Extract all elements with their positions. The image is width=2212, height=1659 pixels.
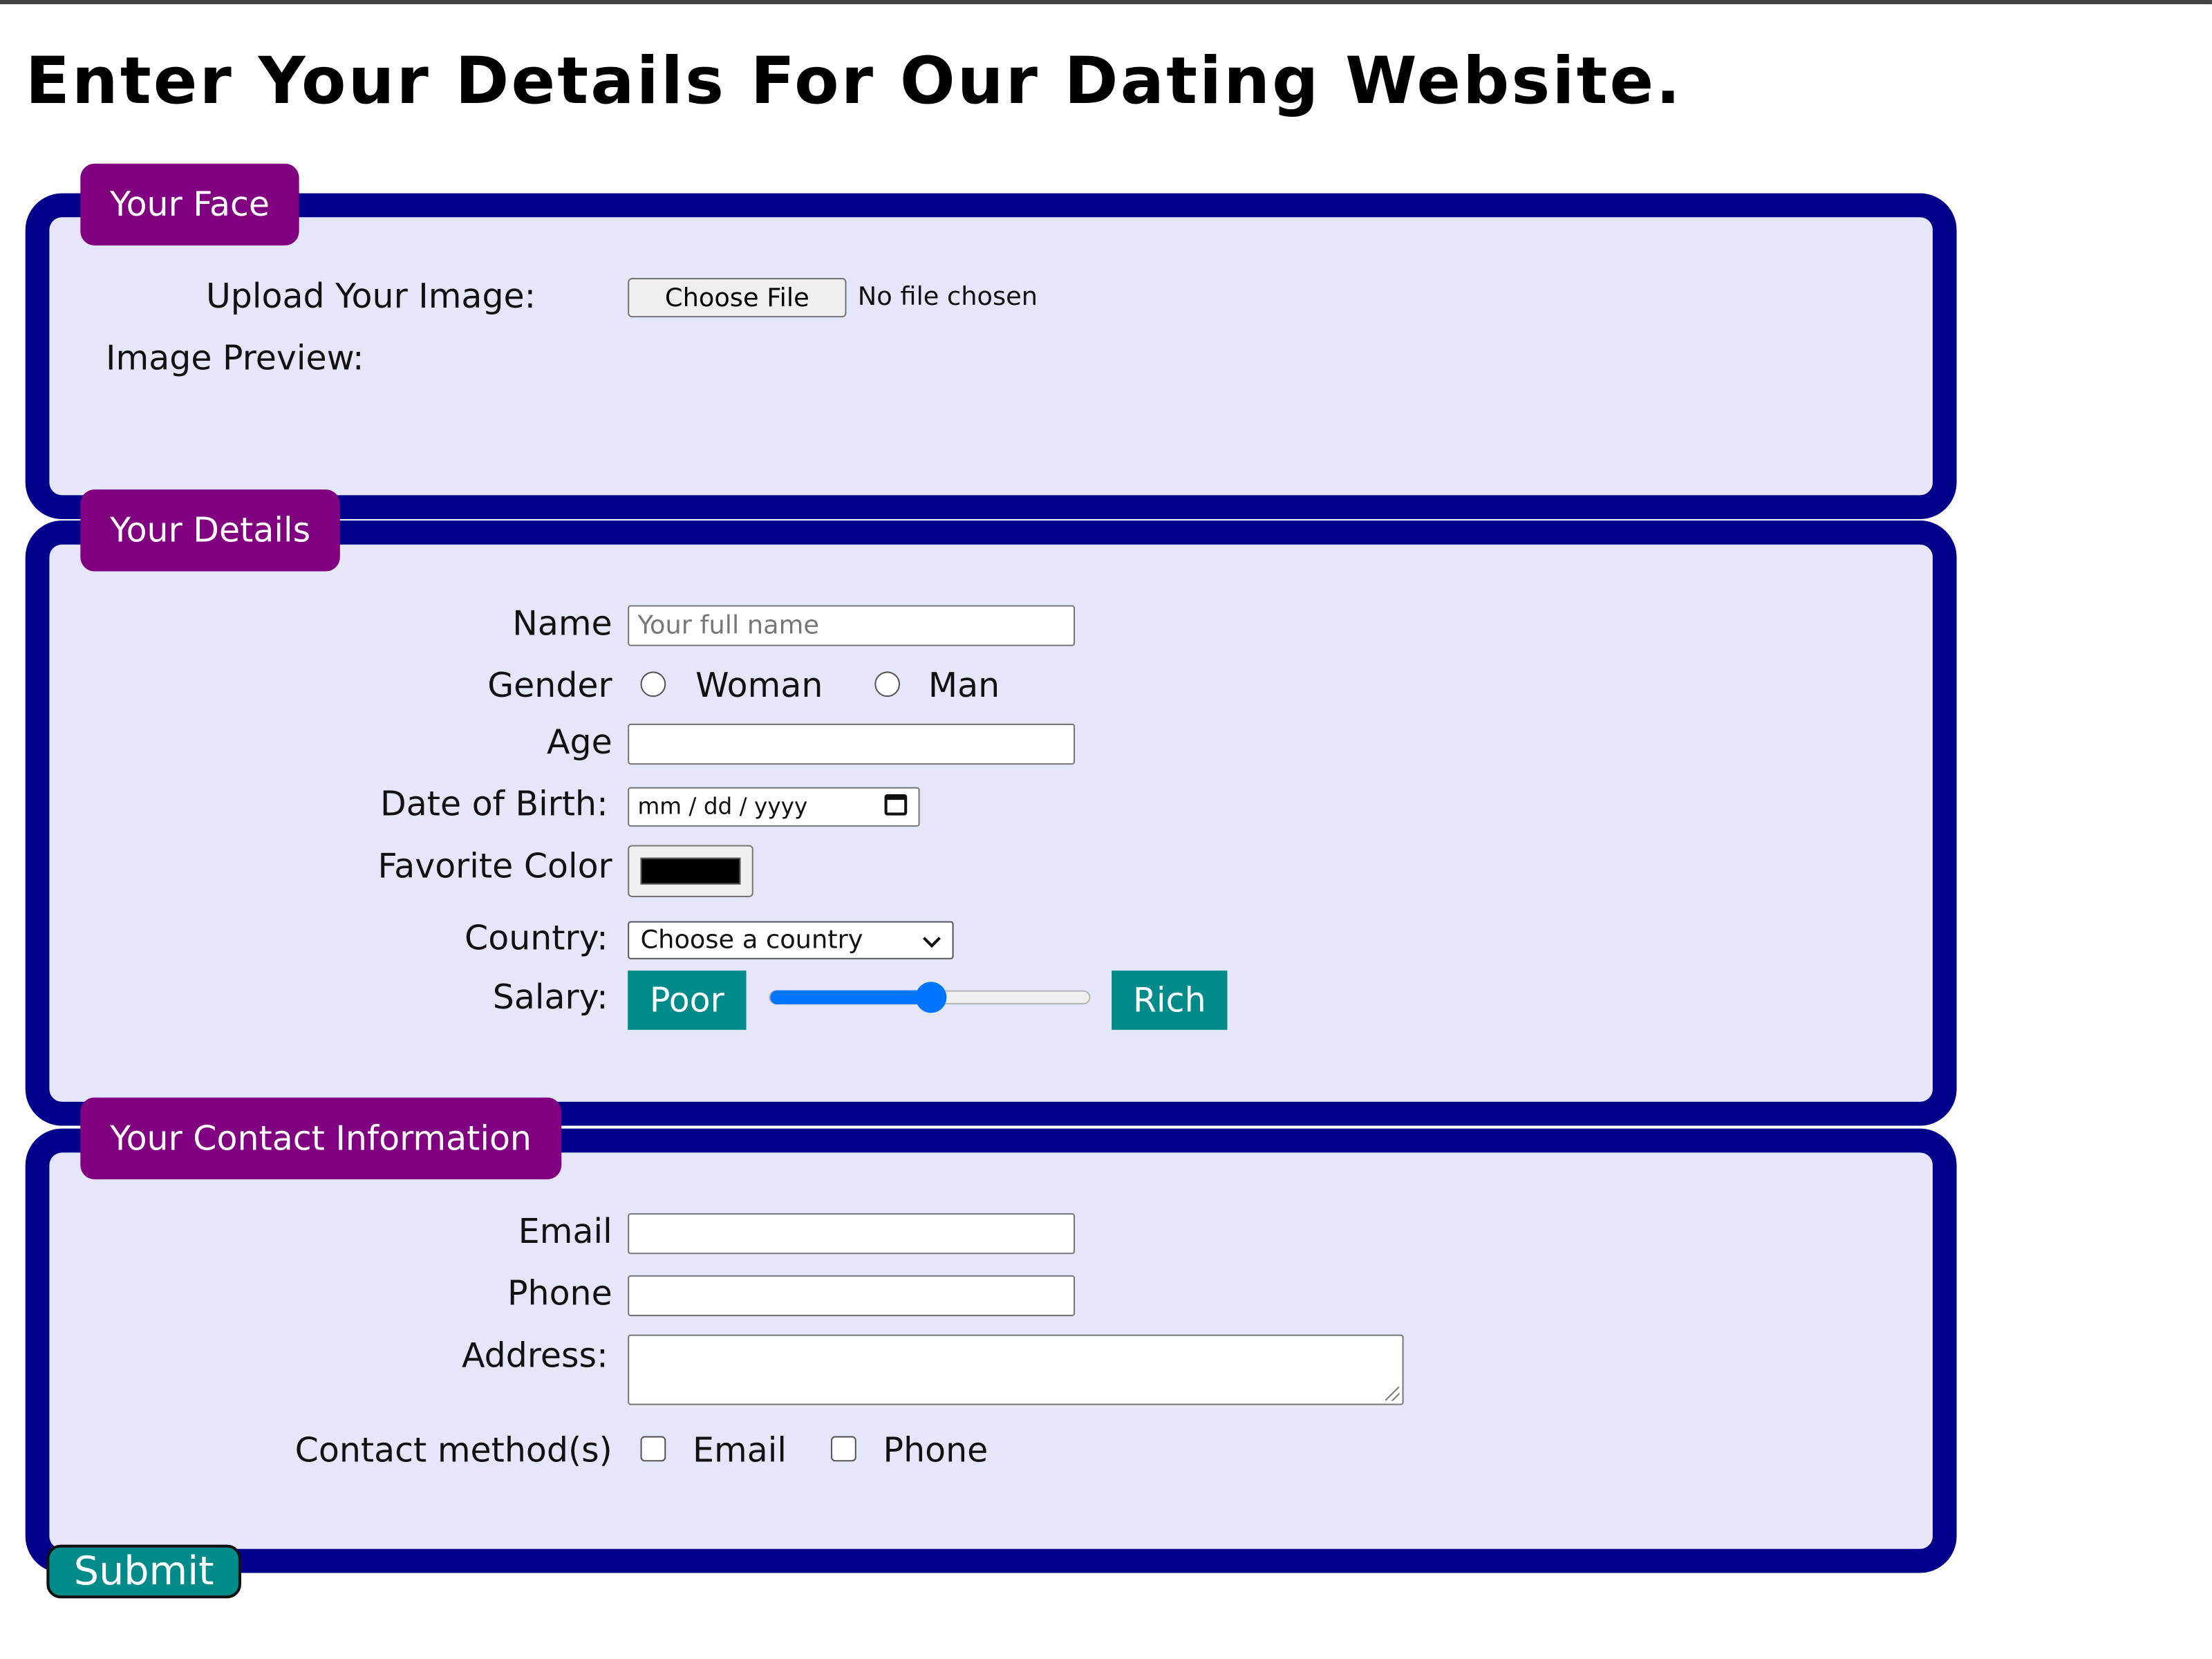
chevron-down-icon: [922, 930, 941, 948]
salary-slider-thumb[interactable]: [915, 982, 947, 1013]
salary-poor-label: Poor: [628, 971, 747, 1030]
country-label: Country:: [465, 918, 608, 958]
gender-woman-label: Woman: [695, 666, 823, 706]
face-legend: Your Face: [80, 163, 299, 246]
contact-phone-option-label: Phone: [883, 1430, 988, 1470]
submit-button[interactable]: Submit: [46, 1544, 241, 1599]
salary-slider-fill: [770, 990, 931, 1005]
file-status-text: No file chosen: [857, 282, 1038, 312]
address-label: Address:: [462, 1335, 608, 1376]
upload-image-label: Upload Your Image:: [205, 276, 536, 317]
calendar-icon[interactable]: [884, 794, 908, 816]
contact-phone-checkbox[interactable]: [831, 1436, 856, 1462]
contact-email-option-label: Email: [693, 1430, 787, 1470]
contact-email-checkbox[interactable]: [640, 1436, 666, 1462]
color-label: Favorite Color: [377, 846, 612, 886]
resize-grip-icon[interactable]: [1385, 1387, 1400, 1401]
gender-woman-radio[interactable]: [640, 671, 666, 697]
country-select[interactable]: Choose a country: [628, 921, 954, 959]
dob-label: Date of Birth:: [380, 784, 608, 824]
gender-label: Gender: [487, 666, 612, 706]
dob-placeholder: mm / dd / yyyy: [637, 792, 808, 820]
page-title: Enter Your Details For Our Dating Websit…: [25, 42, 1683, 119]
details-legend: Your Details: [80, 489, 340, 572]
email-label: Email: [518, 1212, 612, 1252]
choose-file-button[interactable]: Choose File: [628, 278, 847, 318]
contact-method-label: Contact method(s): [294, 1430, 612, 1470]
image-preview-label: Image Preview:: [106, 338, 364, 378]
top-border: [0, 0, 2212, 5]
address-textarea[interactable]: [628, 1334, 1404, 1405]
age-label: Age: [546, 722, 612, 762]
salary-rich-label: Rich: [1112, 971, 1228, 1030]
phone-input[interactable]: [628, 1275, 1076, 1317]
gender-man-label: Man: [928, 666, 1000, 706]
age-input[interactable]: [628, 723, 1076, 765]
name-input[interactable]: [628, 605, 1076, 646]
salary-label: Salary:: [492, 977, 608, 1018]
color-swatch: [640, 857, 741, 885]
dob-input[interactable]: mm / dd / yyyy: [628, 787, 920, 827]
email-input[interactable]: [628, 1213, 1076, 1255]
salary-slider[interactable]: [769, 982, 1091, 1013]
favorite-color-picker[interactable]: [628, 845, 753, 897]
name-label: Name: [512, 603, 612, 644]
gender-man-radio[interactable]: [874, 671, 901, 697]
page: Enter Your Details For Our Dating Websit…: [0, 0, 2212, 1659]
phone-label: Phone: [507, 1273, 612, 1313]
country-selected-value: Choose a country: [640, 925, 863, 955]
contact-legend: Your Contact Information: [80, 1097, 561, 1180]
